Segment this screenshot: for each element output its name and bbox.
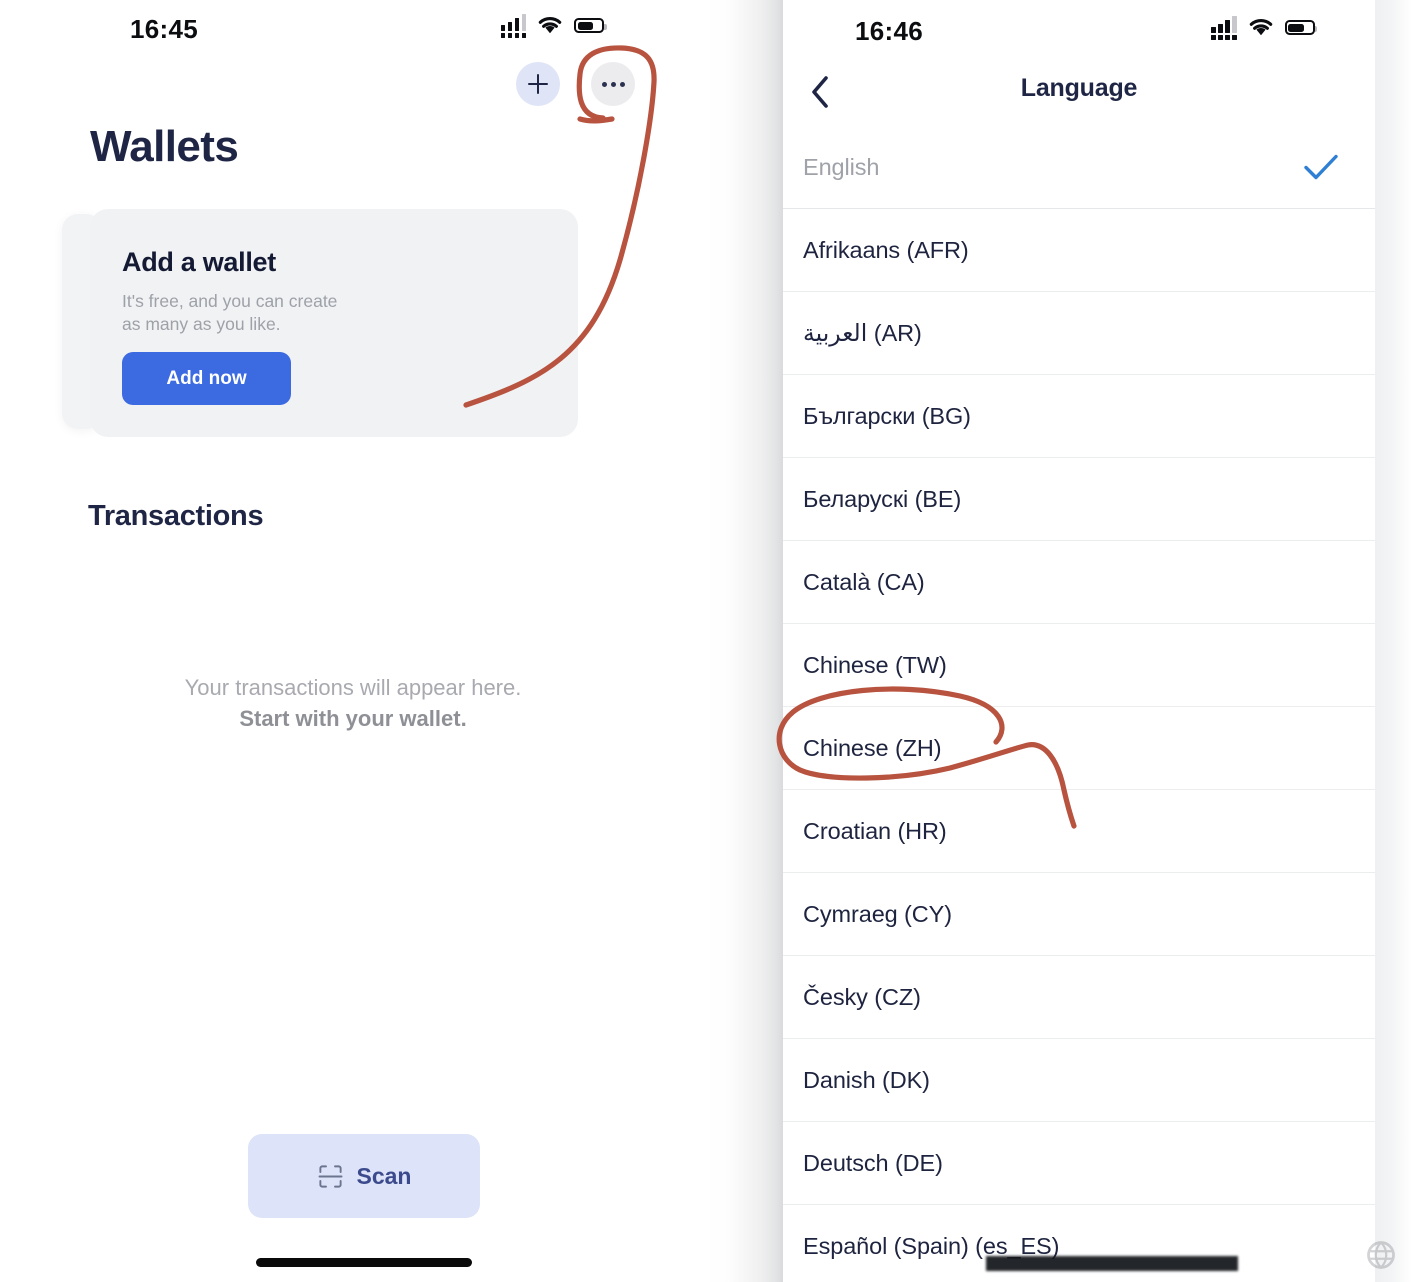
- transactions-empty-state: Your transactions will appear here. Star…: [0, 672, 706, 734]
- cellular-signal-icon: [1211, 16, 1237, 40]
- language-name: Chinese (TW): [803, 651, 947, 678]
- language-row[interactable]: Croatian (HR): [783, 790, 1375, 873]
- nav-title: Language: [1020, 74, 1138, 102]
- language-name: Cymraeg (CY): [803, 900, 952, 927]
- language-row[interactable]: العربية (AR): [783, 292, 1375, 375]
- status-bar-right: 16:46: [783, 0, 1412, 50]
- language-list[interactable]: English Afrikaans (AFR) العربية (AR) Българ…: [783, 126, 1375, 1282]
- status-bar-time-right: 16:46: [855, 16, 923, 46]
- transactions-empty-line2: Start with your wallet.: [239, 706, 467, 732]
- status-bar-icons: [500, 14, 607, 38]
- screenshot-stage: 16:45 Wallets Add a wallet It's free, an…: [0, 0, 1412, 1282]
- language-row[interactable]: Danish (DK): [783, 1039, 1375, 1122]
- add-wallet-card-title: Add a wallet: [122, 247, 276, 277]
- language-row[interactable]: Afrikaans (AFR): [783, 209, 1375, 292]
- status-bar-time: 16:45: [130, 14, 198, 44]
- add-wallet-card: Add a wallet It's free, and you can crea…: [90, 209, 578, 437]
- language-row[interactable]: Català (CA): [783, 541, 1375, 624]
- language-row[interactable]: Chinese (ZH): [783, 707, 1375, 790]
- home-indicator: [256, 1258, 472, 1267]
- add-now-button[interactable]: Add now: [122, 352, 291, 405]
- language-name: Afrikaans (AFR): [803, 236, 969, 263]
- language-name: Deutsch (DE): [803, 1149, 943, 1176]
- ellipsis-icon: [601, 81, 625, 87]
- right-screen-edge: [1375, 0, 1412, 1282]
- language-name: Chinese (ZH): [803, 734, 942, 761]
- battery-icon: [1284, 20, 1317, 36]
- transactions-empty-line1: Your transactions will appear here.: [184, 675, 522, 700]
- checkmark-icon: [1304, 154, 1338, 180]
- navigation-bar: Language: [783, 62, 1375, 124]
- bottom-obscuring-artifact: [986, 1256, 1238, 1271]
- transactions-heading: Transactions: [88, 500, 264, 532]
- language-row[interactable]: English: [783, 126, 1375, 209]
- language-row[interactable]: Chinese (TW): [783, 624, 1375, 707]
- language-row[interactable]: Deutsch (DE): [783, 1122, 1375, 1205]
- language-name: Česky (CZ): [803, 983, 921, 1010]
- wifi-icon: [538, 17, 562, 34]
- language-row[interactable]: Česky (CZ): [783, 956, 1375, 1039]
- cellular-signal-icon: [500, 14, 526, 38]
- status-bar-icons-right: [1211, 16, 1317, 40]
- plus-icon: [528, 74, 548, 94]
- add-wallet-icon-button[interactable]: [516, 62, 560, 106]
- status-bar-left: 16:45: [0, 0, 706, 50]
- watermark-logo-icon: [1367, 1241, 1395, 1270]
- more-options-button[interactable]: [591, 62, 635, 106]
- language-name: Български (BG): [803, 402, 971, 429]
- language-name: Беларускі (BE): [803, 485, 962, 512]
- language-name: English: [803, 153, 880, 180]
- battery-icon: [574, 18, 607, 34]
- scan-frame-icon: [318, 1164, 342, 1188]
- add-wallet-card-subtitle: It's free, and you can create as many as …: [122, 291, 338, 334]
- language-row[interactable]: Беларускі (BE): [783, 458, 1375, 541]
- language-name: Català (CA): [803, 568, 925, 595]
- wifi-icon: [1249, 19, 1272, 36]
- scan-button-label: Scan: [356, 1162, 412, 1189]
- language-name: العربية (AR): [803, 320, 922, 346]
- page-title: Wallets: [90, 122, 239, 171]
- left-phone-screen: 16:45 Wallets Add a wallet It's free, an…: [0, 0, 706, 1282]
- language-name: Croatian (HR): [803, 817, 947, 844]
- scan-button[interactable]: Scan: [248, 1134, 480, 1218]
- language-row[interactable]: Български (BG): [783, 375, 1375, 458]
- panel-divider: [706, 0, 783, 1282]
- language-name: Danish (DK): [803, 1066, 930, 1093]
- language-row[interactable]: Cymraeg (CY): [783, 873, 1375, 956]
- right-phone-screen: 16:46 Language English Afrikaans (AFR) ا…: [783, 0, 1412, 1282]
